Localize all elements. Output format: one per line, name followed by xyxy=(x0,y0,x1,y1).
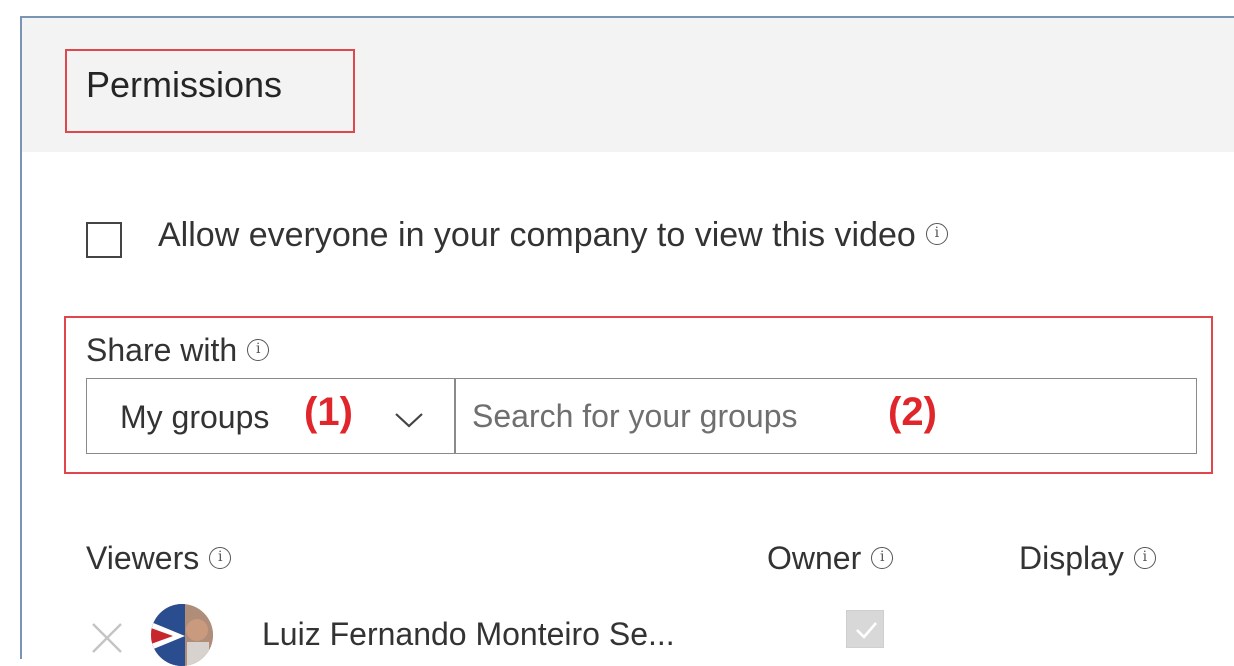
annotation-marker-2: (2) xyxy=(888,390,937,434)
owner-column-header: Owner i xyxy=(767,540,894,577)
page-title: Permissions xyxy=(86,64,283,105)
display-column-header: Display i xyxy=(1019,540,1156,577)
allow-everyone-row: Allow everyone in your company to view t… xyxy=(158,216,948,255)
display-column-label: Display xyxy=(1019,540,1124,576)
annotation-marker-1: (1) xyxy=(304,390,353,434)
info-icon[interactable]: i xyxy=(925,223,948,246)
group-type-selected-value: My groups xyxy=(120,399,270,435)
allow-everyone-checkbox[interactable] xyxy=(86,222,122,258)
allow-everyone-label: Allow everyone in your company to view t… xyxy=(158,216,916,254)
viewer-name: Luiz Fernando Monteiro Se... xyxy=(262,616,675,652)
close-icon[interactable] xyxy=(89,620,125,656)
chevron-down-icon[interactable] xyxy=(394,412,424,428)
viewers-column-label: Viewers xyxy=(86,540,200,576)
group-type-dropdown[interactable]: My groups xyxy=(86,378,455,454)
info-icon[interactable]: i xyxy=(247,338,270,361)
info-icon[interactable]: i xyxy=(209,546,232,569)
info-icon[interactable]: i xyxy=(1133,546,1156,569)
checkmark-icon xyxy=(856,622,877,639)
avatar xyxy=(151,604,213,666)
info-icon[interactable]: i xyxy=(871,546,894,569)
search-groups-input[interactable] xyxy=(454,378,1197,454)
viewers-column-header: Viewers i xyxy=(86,540,232,577)
share-with-label: Share with xyxy=(86,332,238,368)
share-with-row: Share with i xyxy=(86,332,270,369)
owner-column-label: Owner xyxy=(767,540,862,576)
owner-checkbox[interactable] xyxy=(846,610,884,648)
